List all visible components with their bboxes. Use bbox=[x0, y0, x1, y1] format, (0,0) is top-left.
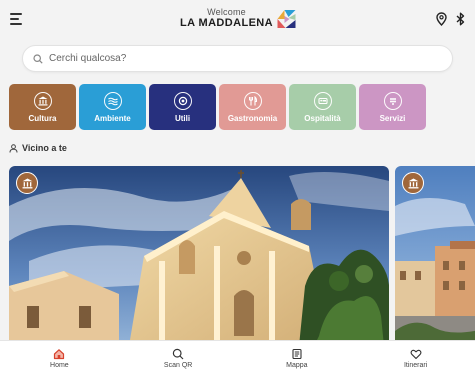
category-servizi[interactable]: Servizi bbox=[359, 84, 426, 130]
category-label: Ospitalità bbox=[304, 113, 341, 123]
location-pin-icon[interactable] bbox=[436, 12, 447, 26]
category-label: Servizi bbox=[379, 113, 406, 123]
nearby-title: Vicino a te bbox=[22, 143, 67, 153]
menu-icon[interactable] bbox=[10, 13, 24, 25]
category-gastronomia[interactable]: Gastronomia bbox=[219, 84, 286, 130]
nav-scan-qr[interactable]: Scan QR bbox=[143, 348, 213, 369]
waves-icon bbox=[103, 91, 122, 110]
museum-icon bbox=[33, 91, 52, 110]
app-screen: Welcome LA MADDALENA Cerchi qualcosa? Cu… bbox=[0, 0, 475, 375]
home-icon bbox=[54, 348, 65, 359]
search-input[interactable] bbox=[49, 53, 442, 64]
bed-icon bbox=[313, 91, 332, 110]
heart-icon bbox=[410, 349, 422, 359]
nav-label: Itinerari bbox=[403, 361, 428, 369]
user-icon bbox=[9, 143, 18, 153]
logo-title: LA MADDALENA bbox=[180, 17, 273, 29]
info-icon bbox=[173, 91, 192, 110]
header-actions bbox=[436, 12, 465, 26]
services-icon bbox=[383, 91, 402, 110]
nav-label: Mappa bbox=[286, 361, 308, 369]
nav-itinerari[interactable]: Itinerari bbox=[381, 348, 451, 369]
search-icon bbox=[33, 53, 43, 64]
cutlery-icon bbox=[243, 91, 262, 110]
category-label: Cultura bbox=[28, 113, 57, 123]
app-header: Welcome LA MADDALENA bbox=[0, 0, 475, 38]
logo-welcome-text: Welcome bbox=[207, 7, 246, 17]
category-ospitalita[interactable]: Ospitalità bbox=[289, 84, 356, 130]
nav-home[interactable]: Home bbox=[24, 348, 94, 369]
category-label: Utili bbox=[174, 113, 191, 123]
category-ambiente[interactable]: Ambiente bbox=[79, 84, 146, 130]
museum-icon bbox=[22, 178, 32, 188]
card-category-badge bbox=[402, 172, 424, 194]
category-utili[interactable]: Utili bbox=[149, 84, 216, 130]
place-photo bbox=[9, 166, 389, 346]
nav-label: Scan QR bbox=[163, 361, 193, 369]
search-bar[interactable] bbox=[22, 45, 453, 72]
bluetooth-icon[interactable] bbox=[456, 12, 465, 26]
category-label: Gastronomia bbox=[227, 113, 278, 123]
place-photo bbox=[395, 166, 475, 346]
nearby-section-header: Vicino a te bbox=[9, 143, 67, 153]
map-icon bbox=[292, 348, 302, 359]
category-label: Ambiente bbox=[94, 113, 131, 123]
museum-icon bbox=[408, 178, 418, 188]
search-icon bbox=[172, 348, 184, 359]
category-tiles: Cultura Ambiente Utili Gastronomia Ospit… bbox=[9, 84, 426, 130]
card-category-badge bbox=[16, 172, 38, 194]
logo-mark-icon bbox=[277, 9, 295, 28]
nav-label: Home bbox=[50, 361, 69, 369]
nav-mappa[interactable]: Mappa bbox=[262, 348, 332, 369]
place-card[interactable] bbox=[9, 166, 389, 346]
bottom-navigation: Home Scan QR Mappa Itinerari bbox=[0, 340, 475, 375]
app-logo[interactable]: Welcome LA MADDALENA bbox=[180, 8, 295, 29]
place-card[interactable] bbox=[395, 166, 475, 346]
category-cultura[interactable]: Cultura bbox=[9, 84, 76, 130]
